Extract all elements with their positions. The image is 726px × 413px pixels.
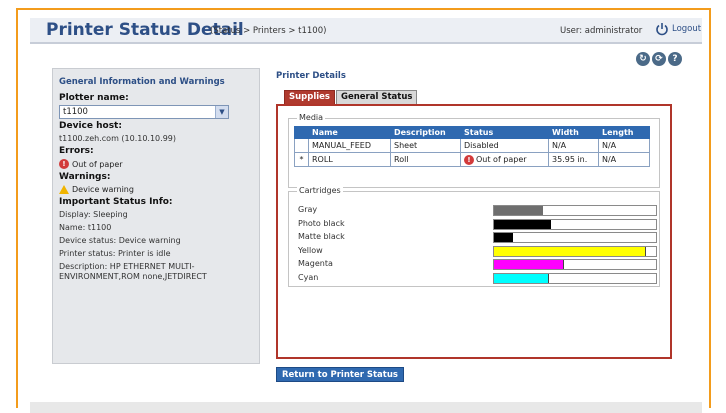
error-item: ! Out of paper (59, 159, 253, 169)
help-icon[interactable]: ? (668, 52, 682, 66)
media-col-marker (294, 126, 309, 139)
table-row[interactable]: * ROLL Roll ! Out of paper 35.95 in. N/A (294, 152, 650, 167)
cartridge-level-bar (493, 232, 657, 244)
cartridge-level-fill (494, 246, 647, 256)
media-length: N/A (598, 152, 650, 167)
media-width: N/A (548, 138, 599, 153)
cartridge-row: Magenta (298, 258, 658, 271)
breadcrumb[interactable]: (Status > Printers > t1100) (210, 26, 326, 36)
error-icon: ! (59, 159, 69, 169)
media-description: Sheet (390, 138, 461, 153)
cartridge-level-fill (494, 233, 514, 243)
tab-general-status[interactable]: General Status (336, 90, 418, 104)
cartridge-name: Magenta (298, 259, 333, 269)
host-label: Device host: (59, 121, 122, 131)
media-status: ! Out of paper (460, 152, 549, 167)
cartridge-name: Yellow (298, 245, 323, 255)
media-col-length: Length (598, 126, 650, 139)
warnings-label: Warnings: (59, 172, 111, 182)
return-button[interactable]: Return to Printer Status (276, 367, 404, 382)
refresh-all-icon[interactable]: ⟳ (652, 52, 666, 66)
general-info-panel: General Information and Warnings Plotter… (52, 68, 260, 364)
row-marker (294, 138, 309, 153)
device-status-info: Device status: Device warning (59, 236, 181, 245)
printer-status-info: Printer status: Printer is idle (59, 249, 171, 258)
cartridge-row: Yellow (298, 245, 658, 257)
cartridge-level-fill (494, 206, 543, 215)
cartridge-name: Cyan (298, 273, 319, 282)
media-description: Roll (390, 152, 461, 167)
media-status: Disabled (460, 138, 549, 153)
cartridge-name: Photo black (298, 218, 345, 228)
media-legend: Media (297, 113, 326, 122)
warning-icon (59, 185, 69, 194)
media-width: 35.95 in. (548, 152, 599, 167)
error-icon: ! (464, 154, 474, 165)
cartridge-row: Gray (298, 204, 658, 216)
media-name: ROLL (308, 152, 391, 167)
cartridge-level-fill (494, 219, 551, 229)
media-col-status: Status (460, 126, 549, 139)
general-info-title: General Information and Warnings (59, 77, 225, 87)
error-text: Out of paper (72, 159, 123, 169)
warning-text: Device warning (72, 185, 134, 194)
cartridge-name: Matte black (298, 232, 345, 242)
cartridges-legend: Cartridges (297, 186, 343, 195)
table-row[interactable]: MANUAL_FEED Sheet Disabled N/A N/A (294, 138, 650, 153)
media-col-description: Description (390, 126, 461, 139)
cartridge-row: Photo black (298, 218, 658, 230)
cartridge-row: Cyan (298, 272, 658, 284)
media-table: Name Description Status Width Length MAN… (294, 126, 650, 167)
cartridge-level-bar (493, 205, 657, 216)
plotter-select-value: t1100 (63, 107, 88, 117)
media-col-width: Width (548, 126, 599, 139)
cartridge-row: Matte black (298, 231, 658, 244)
description-info: Description: HP ETHERNET MULTI-ENVIRONME… (59, 262, 207, 281)
cartridge-level-fill (494, 260, 564, 270)
refresh-icon[interactable]: ↻ (636, 52, 650, 66)
status-info-label: Important Status Info: (59, 197, 173, 207)
detail-tabs: Supplies General Status (284, 90, 418, 104)
tab-supplies[interactable]: Supplies (284, 90, 335, 104)
media-status-text: Out of paper (476, 155, 527, 164)
errors-label: Errors: (59, 146, 94, 156)
name-info: Name: t1100 (59, 223, 112, 232)
cartridge-level-bar (493, 273, 657, 284)
power-icon (656, 23, 668, 36)
media-name: MANUAL_FEED (308, 138, 391, 153)
logout-label: Logout (672, 24, 702, 34)
cartridge-level-bar (493, 259, 657, 271)
plotter-label: Plotter name: (59, 93, 129, 103)
supplies-content: Media Name Description Status Width Leng… (276, 104, 672, 359)
toolbar-icons: ↻ ⟳ ? (636, 52, 682, 66)
row-marker: * (294, 152, 309, 167)
cartridge-level-bar (493, 245, 657, 257)
logout-link[interactable]: Logout (655, 22, 701, 36)
user-label: User: administrator (560, 26, 643, 36)
warning-item: Device warning (59, 185, 253, 194)
cartridge-name: Gray (298, 205, 318, 214)
host-value: t1100.zeh.com (10.10.10.99) (59, 134, 176, 143)
media-header-row: Name Description Status Width Length (294, 126, 650, 139)
plotter-select[interactable]: t1100 ▼ (59, 105, 229, 119)
media-length: N/A (598, 138, 650, 153)
display-info: Display: Sleeping (59, 210, 128, 219)
cartridge-level-fill (494, 274, 550, 283)
page-header: Printer Status Detail (Status > Printers… (30, 18, 702, 44)
chevron-down-icon[interactable]: ▼ (215, 106, 228, 118)
footer-strip (30, 402, 702, 413)
media-col-name: Name (308, 126, 391, 139)
printer-details-title: Printer Details (276, 71, 346, 81)
cartridge-level-bar (493, 218, 657, 230)
